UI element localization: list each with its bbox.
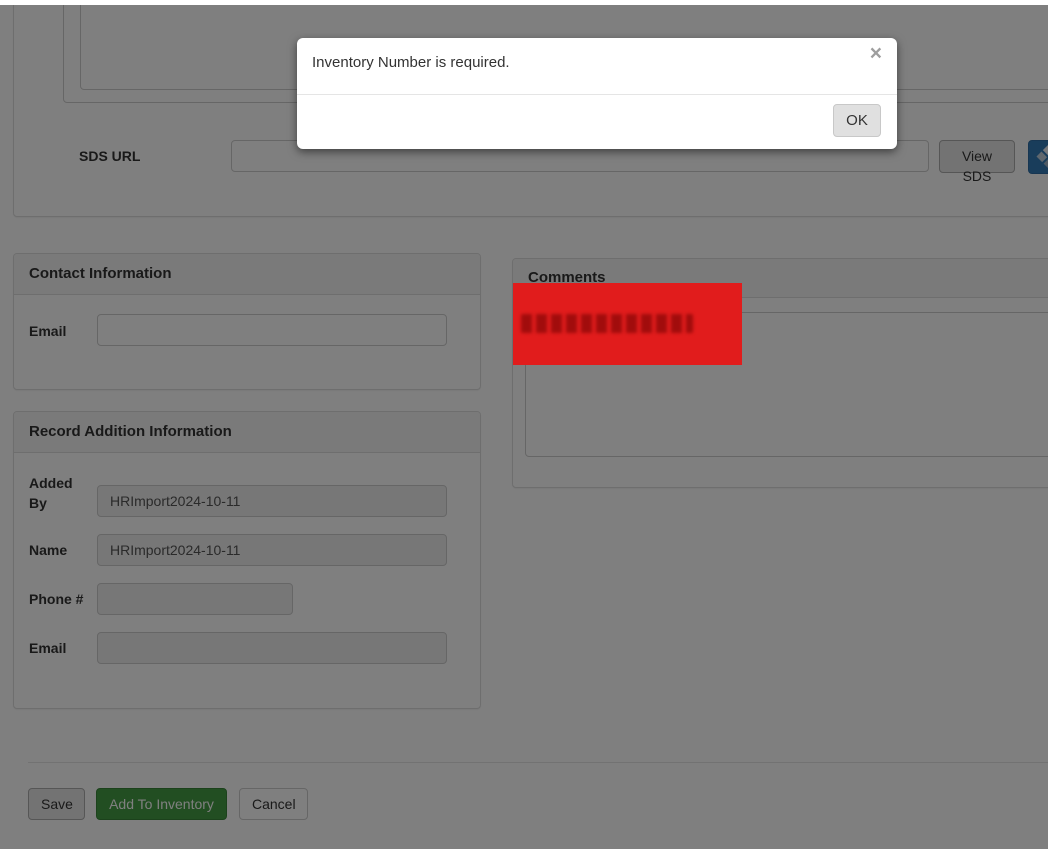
modal-divider [297, 94, 897, 95]
redaction-box [513, 283, 742, 365]
ok-button[interactable]: OK [833, 104, 881, 137]
top-edge-strip [0, 0, 1048, 5]
alert-message: Inventory Number is required. [312, 54, 510, 71]
redacted-comment-text [521, 314, 693, 333]
alert-modal: Inventory Number is required. × OK [297, 38, 897, 149]
close-icon[interactable]: × [870, 43, 882, 64]
